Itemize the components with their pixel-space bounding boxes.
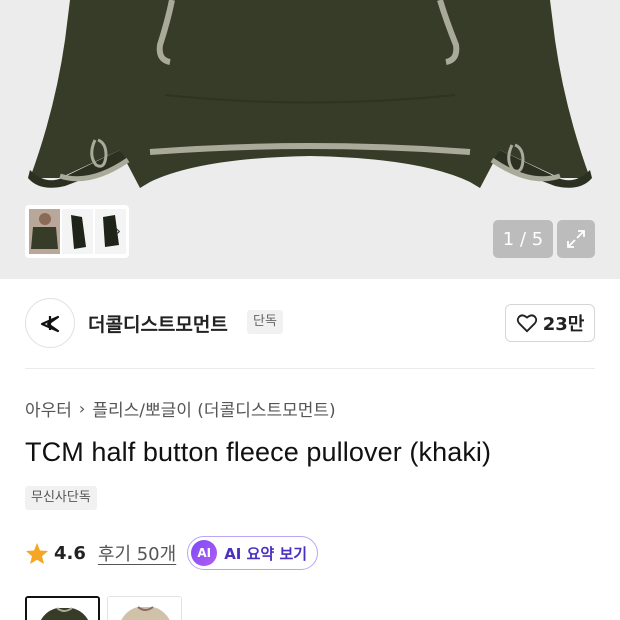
brand-exclusive-badge: 단독 <box>247 310 283 334</box>
brand-row: 더콜디스트모먼트 단독 23만 <box>25 298 595 350</box>
product-image-gallery[interactable]: › 1 / 5 <box>0 0 620 279</box>
ai-icon: AI <box>191 540 218 566</box>
rating-value: 4.6 <box>54 542 86 564</box>
divider <box>25 368 595 369</box>
image-counter: 1 / 5 <box>493 220 553 258</box>
expand-icon[interactable] <box>557 220 595 258</box>
thumbnail-1[interactable] <box>29 209 60 254</box>
like-button[interactable]: 23만 <box>505 304 595 342</box>
rating-row: 4.6 후기 50개 AI AI 요약 보기 <box>25 536 319 570</box>
review-count-link[interactable]: 후기 50개 <box>98 540 176 566</box>
star-icon <box>26 542 48 564</box>
chevron-right-icon: › <box>78 399 86 418</box>
color-swatches <box>25 596 182 620</box>
thumbnail-strip[interactable]: › <box>25 205 129 258</box>
like-count: 23만 <box>542 314 585 335</box>
brand-name[interactable]: 더콜디스트모먼트 <box>88 310 228 337</box>
breadcrumb: 아우터 › 플리스/뽀글이 (더콜디스트모먼트) <box>25 396 336 421</box>
ai-summary-label: AI 요약 보기 <box>224 544 308 563</box>
breadcrumb-category[interactable]: 아우터 <box>25 396 72 421</box>
heart-icon <box>516 314 537 333</box>
swatch-khaki[interactable] <box>25 596 100 620</box>
thumbnail-3[interactable] <box>95 209 126 254</box>
swatch-beige[interactable] <box>107 596 182 620</box>
chevron-right-icon[interactable]: › <box>115 222 121 240</box>
ai-summary-button[interactable]: AI AI 요약 보기 <box>187 536 319 570</box>
thumbnail-2[interactable] <box>62 209 93 254</box>
product-title: TCM half button fleece pullover (khaki) <box>25 437 492 467</box>
brand-logo[interactable] <box>25 298 75 348</box>
exclusive-badge: 무신사단독 <box>25 486 97 510</box>
breadcrumb-subcategory[interactable]: 플리스/뽀글이 (더콜디스트모먼트) <box>92 396 335 421</box>
